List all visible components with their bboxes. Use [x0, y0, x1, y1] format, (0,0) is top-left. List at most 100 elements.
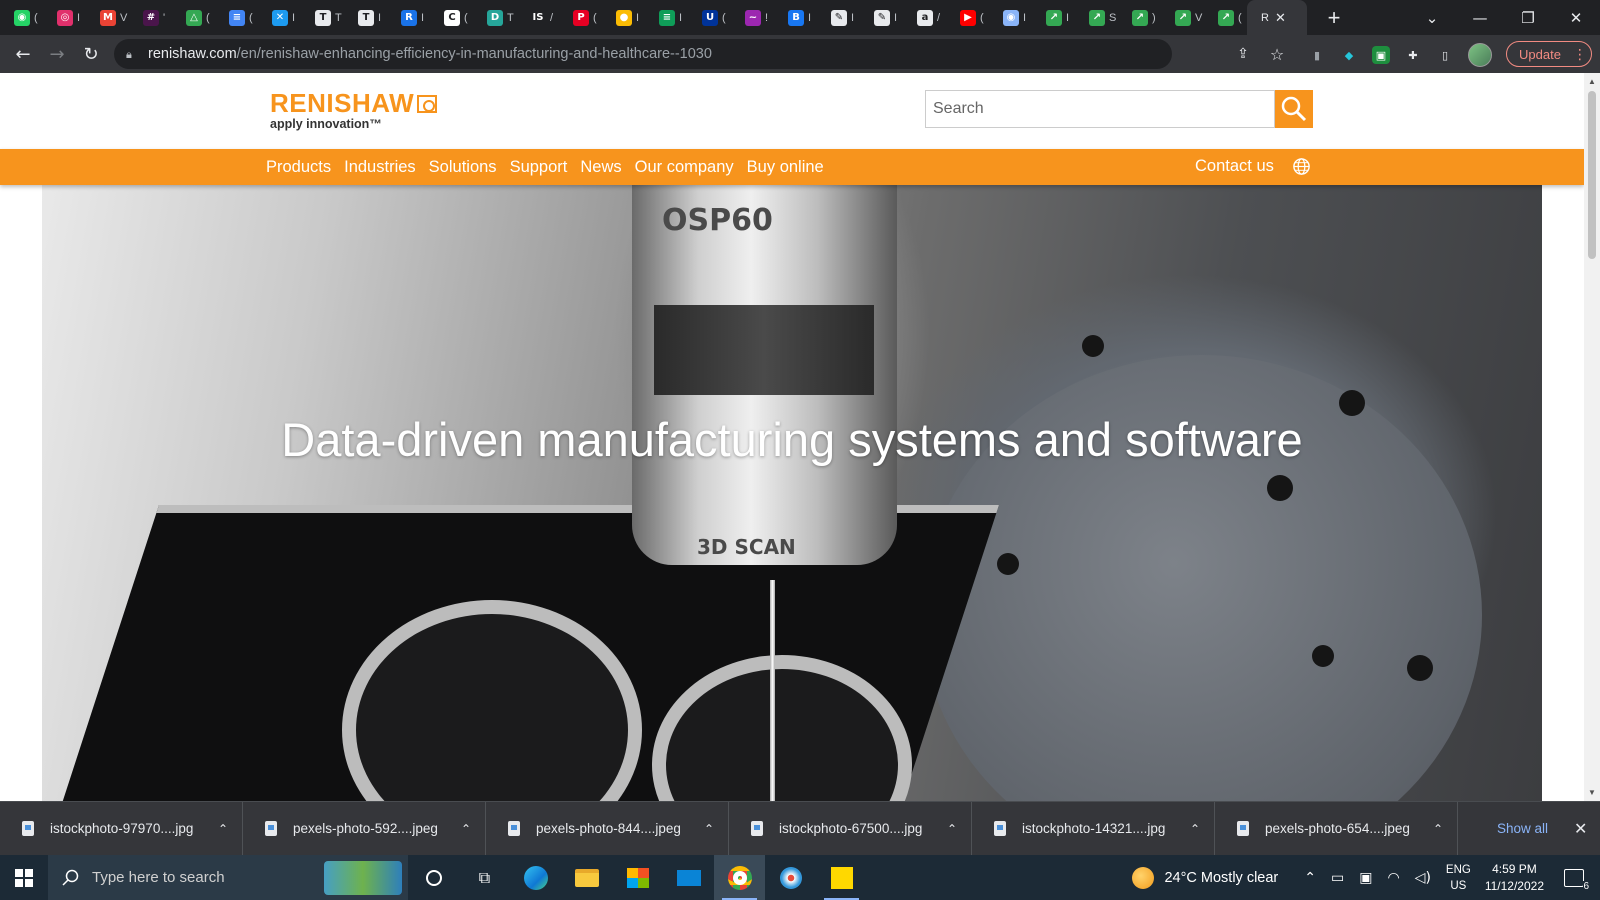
- browser-tab[interactable]: ◉ I: [989, 0, 1032, 35]
- download-item[interactable]: istockphoto-67500....jpg ⌃: [729, 801, 972, 856]
- window-close-button[interactable]: ✕: [1552, 9, 1600, 27]
- microsoft-store-icon[interactable]: [612, 855, 663, 900]
- nav-item-buy-online[interactable]: Buy online: [747, 158, 824, 177]
- nav-item-industries[interactable]: Industries: [344, 158, 416, 177]
- extension-diamond-icon[interactable]: ◆: [1340, 46, 1358, 64]
- browser-tab[interactable]: ✎ I: [860, 0, 903, 35]
- download-item[interactable]: pexels-photo-654....jpeg ⌃: [1215, 801, 1458, 856]
- bookmark-star-icon[interactable]: ☆: [1266, 45, 1288, 64]
- edge-icon[interactable]: [510, 855, 561, 900]
- browser-tab[interactable]: U(: [688, 0, 731, 35]
- download-options-chevron-icon[interactable]: ⌃: [218, 822, 228, 836]
- download-item[interactable]: pexels-photo-844....jpeg ⌃: [486, 801, 729, 856]
- browser-tab[interactable]: ↗ V: [1161, 0, 1204, 35]
- browser-tab[interactable]: TI: [344, 0, 387, 35]
- download-options-chevron-icon[interactable]: ⌃: [704, 822, 714, 836]
- nav-item-products[interactable]: Products: [266, 158, 331, 177]
- browser-tab[interactable]: ✕ I: [258, 0, 301, 35]
- download-item[interactable]: istockphoto-97970....jpg ⌃: [0, 801, 243, 856]
- browser-tab[interactable]: ↗ I: [1032, 0, 1075, 35]
- address-bar[interactable]: 🔒︎ renishaw.com/en/renishaw-enhancing-ef…: [114, 39, 1172, 69]
- chrome-icon[interactable]: [714, 855, 765, 900]
- contact-us-link[interactable]: Contact us: [1195, 157, 1274, 176]
- browser-tab[interactable]: ~!: [731, 0, 774, 35]
- browser-tab[interactable]: ✎ I: [817, 0, 860, 35]
- browser-tab[interactable]: BI: [774, 0, 817, 35]
- tray-chevron-icon[interactable]: ⌃: [1304, 870, 1316, 886]
- download-options-chevron-icon[interactable]: ⌃: [461, 822, 471, 836]
- browser-tab[interactable]: ↗(: [1204, 0, 1247, 35]
- meet-now-icon[interactable]: ▣: [1359, 870, 1372, 886]
- nav-item-news[interactable]: News: [580, 158, 621, 177]
- file-explorer-icon[interactable]: [561, 855, 612, 900]
- close-tab-icon[interactable]: ✕: [1275, 10, 1286, 26]
- menu-kebab-icon[interactable]: ⋮: [1573, 46, 1587, 63]
- mail-icon[interactable]: [663, 855, 714, 900]
- paint-icon[interactable]: [765, 855, 816, 900]
- browser-tab[interactable]: a /: [903, 0, 946, 35]
- browser-tab[interactable]: ▶(: [946, 0, 989, 35]
- browser-tab[interactable]: ↗ S: [1075, 0, 1118, 35]
- scroll-up-icon[interactable]: ▲: [1588, 77, 1596, 86]
- notification-center-icon[interactable]: 6: [1564, 868, 1589, 892]
- scrollbar-thumb[interactable]: [1588, 91, 1596, 259]
- restore-button[interactable]: ❐: [1504, 9, 1552, 27]
- browser-tab[interactable]: ↗): [1118, 0, 1161, 35]
- extensions-puzzle-icon[interactable]: ✚: [1404, 46, 1422, 64]
- new-tab-button[interactable]: +: [1319, 5, 1349, 31]
- browser-tab[interactable]: ● I: [602, 0, 645, 35]
- browser-tab[interactable]: ◎ I: [43, 0, 86, 35]
- cortana-icon[interactable]: [408, 855, 459, 900]
- start-button[interactable]: [0, 855, 48, 900]
- taskbar-search[interactable]: Type here to search: [48, 855, 408, 900]
- wifi-icon[interactable]: ◠: [1387, 870, 1399, 886]
- browser-tab[interactable]: ≡(: [215, 0, 258, 35]
- download-options-chevron-icon[interactable]: ⌃: [947, 822, 957, 836]
- lock-icon[interactable]: 🔒︎: [126, 48, 136, 61]
- search-button[interactable]: [1275, 90, 1313, 128]
- browser-tab[interactable]: ◉(: [0, 0, 43, 35]
- browser-tab[interactable]: C(: [430, 0, 473, 35]
- profile-avatar[interactable]: [1468, 43, 1492, 67]
- share-icon[interactable]: ⇪: [1232, 46, 1254, 62]
- side-panel-icon[interactable]: ▯: [1436, 46, 1454, 64]
- close-downloads-icon[interactable]: ✕: [1574, 819, 1587, 838]
- download-options-chevron-icon[interactable]: ⌃: [1190, 822, 1200, 836]
- browser-tab[interactable]: DT: [473, 0, 516, 35]
- update-button[interactable]: Update ⋮: [1506, 41, 1592, 67]
- extension-green-icon[interactable]: ▣: [1372, 46, 1390, 64]
- nav-item-support[interactable]: Support: [510, 158, 568, 177]
- browser-tab[interactable]: MV: [86, 0, 129, 35]
- browser-tab[interactable]: TT: [301, 0, 344, 35]
- browser-tab[interactable]: ≡ I: [645, 0, 688, 35]
- volume-icon[interactable]: ◁): [1415, 870, 1431, 886]
- tab-active[interactable]: R ✕: [1247, 0, 1307, 35]
- language-indicator[interactable]: ENG US: [1446, 862, 1471, 894]
- minimize-button[interactable]: —: [1456, 9, 1504, 27]
- forward-button[interactable]: →: [40, 44, 74, 65]
- tab-search-icon[interactable]: ⌄: [1408, 9, 1456, 27]
- extension-mic-icon[interactable]: ▮: [1308, 46, 1326, 64]
- show-all-downloads-button[interactable]: Show all: [1497, 821, 1548, 836]
- globe-icon[interactable]: [1292, 157, 1311, 176]
- weather-widget[interactable]: 24°C Mostly clear: [1132, 866, 1278, 889]
- page-scrollbar[interactable]: ▲ ▼: [1584, 73, 1600, 801]
- browser-tab[interactable]: # ': [129, 0, 172, 35]
- browser-tab[interactable]: P(: [559, 0, 602, 35]
- browser-tab[interactable]: △(: [172, 0, 215, 35]
- scroll-down-icon[interactable]: ▼: [1588, 788, 1596, 797]
- sticky-notes-icon[interactable]: [816, 855, 867, 900]
- browser-tab[interactable]: RI: [387, 0, 430, 35]
- search-input[interactable]: [925, 90, 1275, 128]
- task-view-icon[interactable]: ⧉: [459, 855, 510, 900]
- browser-tab[interactable]: IS /: [516, 0, 559, 35]
- download-options-chevron-icon[interactable]: ⌃: [1433, 822, 1443, 836]
- renishaw-logo[interactable]: RENISHAW apply innovation™: [270, 88, 438, 131]
- battery-icon[interactable]: ▭: [1331, 870, 1344, 886]
- download-item[interactable]: pexels-photo-592....jpeg ⌃: [243, 801, 486, 856]
- reload-button[interactable]: ↻: [74, 44, 108, 65]
- nav-item-solutions[interactable]: Solutions: [429, 158, 497, 177]
- clock[interactable]: 4:59 PM 11/12/2022: [1485, 861, 1544, 895]
- download-item[interactable]: istockphoto-14321....jpg ⌃: [972, 801, 1215, 856]
- back-button[interactable]: ←: [6, 44, 40, 65]
